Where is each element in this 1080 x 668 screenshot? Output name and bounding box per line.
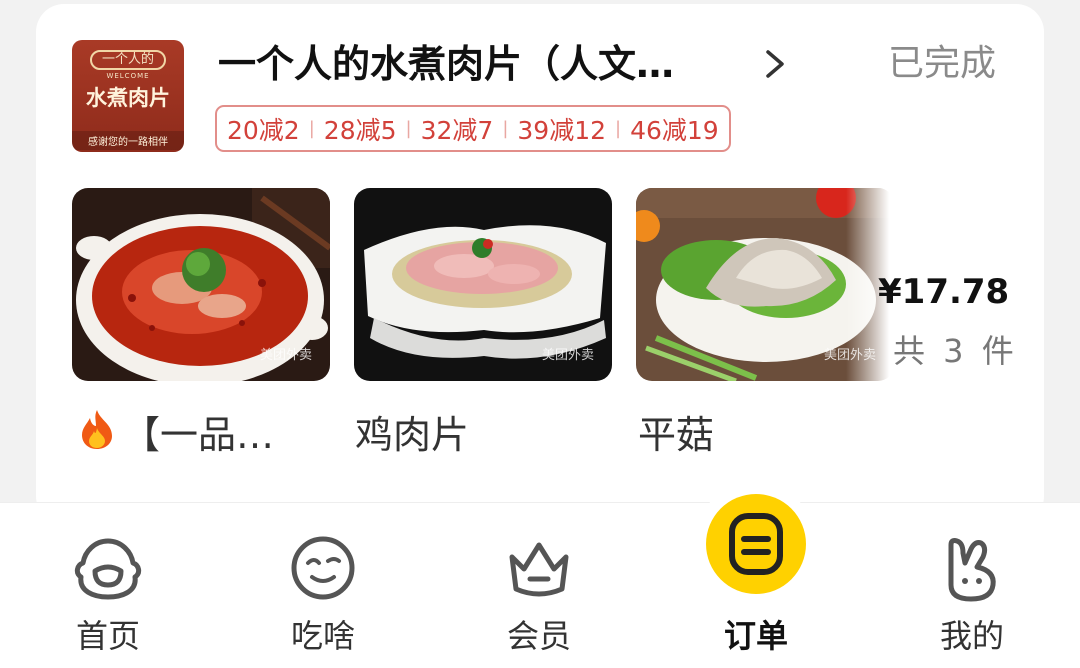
tab-what-to-eat[interactable]: 吃啥 <box>253 503 393 668</box>
store-logo[interactable]: 一个人的 WELCOME 水煮肉片 感谢您的一路相伴 <box>72 40 184 152</box>
smiley-icon <box>291 536 355 600</box>
item-name[interactable]: 【一品… <box>78 404 274 459</box>
order-total-price: ¥17.78 <box>878 272 1010 312</box>
item-name[interactable]: 平菇 <box>638 404 714 459</box>
bottom-tab-bar: 首页 吃啥 会员 订单 我的 <box>0 502 1080 668</box>
order-status: 已完成 <box>888 43 997 84</box>
watermark-text: 美团外卖 <box>541 348 594 363</box>
tab-label: 我的 <box>939 617 1004 655</box>
tab-mine[interactable]: 我的 <box>902 503 1042 668</box>
logo-main-text: 水煮肉片 <box>86 86 170 110</box>
crown-icon <box>509 542 569 597</box>
discount-tags: 20减2 | 28减5 | 32减7 | 39减12 | 46减19 <box>215 105 731 152</box>
store-name[interactable]: 一个人的水煮肉片（人文… <box>218 38 718 90</box>
discount-tag: 32减7 <box>420 115 494 145</box>
watermark-text: 美团外卖 <box>259 348 312 363</box>
tab-label: 会员 <box>506 617 571 655</box>
discount-tag: 20减2 <box>227 115 300 145</box>
logo-top-text: 一个人的 <box>90 50 166 70</box>
fire-icon <box>82 410 112 449</box>
discount-tag: 39减12 <box>517 115 607 145</box>
orders-icon <box>729 513 783 575</box>
tab-label: 订单 <box>723 617 788 655</box>
tab-home[interactable]: 首页 <box>38 503 178 668</box>
item-image-boiled-meat[interactable]: 美团外卖 <box>72 188 330 381</box>
chevron-right-icon[interactable] <box>760 46 790 82</box>
tab-label: 首页 <box>75 617 140 655</box>
tab-membership[interactable]: 会员 <box>469 503 609 668</box>
tab-label: 吃啥 <box>290 617 355 655</box>
order-item-count: 共 3 件 <box>893 332 1018 370</box>
home-icon <box>74 538 142 600</box>
logo-bottom-text: 感谢您的一路相伴 <box>72 131 184 150</box>
rabbit-icon <box>948 538 996 602</box>
discount-tag: 46减19 <box>630 115 719 145</box>
item-name[interactable]: 鸡肉片 <box>355 404 469 459</box>
logo-welcome-text: WELCOME <box>106 72 150 80</box>
orders-tab-circle[interactable] <box>706 494 806 594</box>
item-image-chicken-slices[interactable]: 美团外卖 <box>354 188 612 381</box>
discount-tag: 28减5 <box>323 115 397 145</box>
